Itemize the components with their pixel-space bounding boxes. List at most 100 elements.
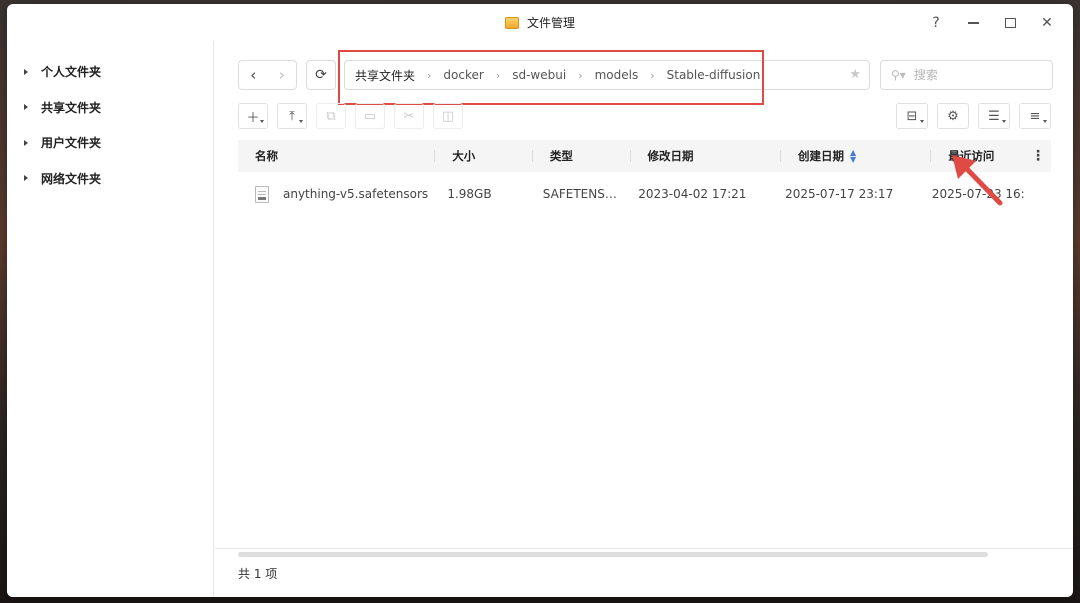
close-button[interactable]: ✕ <box>1037 13 1057 33</box>
search-input[interactable] <box>913 68 1034 82</box>
view-mode-button[interactable]: ☰ <box>978 103 1010 129</box>
copy-icon: ⧉ <box>326 108 336 124</box>
gear-icon: ⚙ <box>947 108 959 124</box>
sidebar-item-network[interactable]: 网络文件夹 <box>7 161 213 197</box>
forward-button[interactable]: › <box>268 61 297 89</box>
dropdown-icon <box>299 120 303 123</box>
star-icon[interactable]: ★ <box>849 67 861 82</box>
title-bar: 文件管理 ? ✕ <box>7 4 1073 41</box>
tools-button[interactable]: ⊟ <box>896 103 928 129</box>
window-controls: ? ✕ <box>926 13 1057 33</box>
sort-icon: ≡ <box>1029 108 1041 124</box>
folder-app-icon <box>504 16 519 29</box>
nav-controls: ‹ › ⟳ <box>238 60 336 90</box>
search-icon: ⚲▾ <box>891 68 906 82</box>
minimize-icon <box>967 22 979 24</box>
file-manager-window: 文件管理 ? ✕ 个人文件夹 共享文件夹 用户文件夹 网络文件夹 ‹ › ⟳ 共… <box>7 4 1073 597</box>
expand-icon[interactable] <box>24 68 28 75</box>
move-icon: ◫ <box>441 108 455 124</box>
annotation-arrow-icon <box>952 155 1003 206</box>
expand-icon[interactable] <box>24 104 28 111</box>
help-button[interactable]: ? <box>926 13 946 33</box>
item-count: 共 1 项 <box>238 566 278 581</box>
table-row[interactable]: anything-v5.safetensors 1.98GB SAFETENSO… <box>238 177 1051 211</box>
cell-modified: 2023-04-02 17:21 <box>638 187 747 201</box>
maximize-icon <box>1004 18 1016 28</box>
cell-created: 2025-07-17 23:17 <box>785 187 894 201</box>
copy-button[interactable]: ⧉ <box>316 103 346 129</box>
breadcrumb[interactable]: 共享文件夹 › docker › sd-webui › models › Sta… <box>344 60 870 90</box>
list-view-icon: ☰ <box>988 108 1000 124</box>
column-created[interactable]: 创建日期 ▲ ▼ <box>781 140 932 172</box>
status-bar: 共 1 项 <box>215 548 1073 597</box>
close-icon: ✕ <box>1041 15 1053 31</box>
breadcrumb-item[interactable]: docker <box>443 68 483 82</box>
sort-arrow-icon: ▲ ▼ <box>849 148 857 164</box>
column-label: 修改日期 <box>647 149 694 163</box>
dropdown-icon <box>1043 120 1047 123</box>
help-icon: ? <box>932 15 940 31</box>
scissors-icon: ✂ <box>403 108 415 124</box>
toolbar: ＋ ⤒ ⧉ ▭ ✂ ◫ <box>238 103 463 129</box>
sidebar-item-label: 个人文件夹 <box>41 65 102 80</box>
column-label: 大小 <box>452 149 476 163</box>
column-label: 创建日期 <box>797 149 844 163</box>
sidebar-item-shared[interactable]: 共享文件夹 <box>7 90 213 126</box>
upload-icon: ⤒ <box>289 108 295 124</box>
app-title: 文件管理 <box>504 14 575 31</box>
column-type[interactable]: 类型 <box>533 140 631 172</box>
expand-icon[interactable] <box>24 175 28 182</box>
breadcrumb-item[interactable]: sd-webui <box>512 68 566 82</box>
breadcrumb-item[interactable]: models <box>595 68 639 82</box>
cell-type: SAFETENSORS <box>542 187 621 201</box>
column-label: 名称 <box>255 149 278 163</box>
history-nav: ‹ › <box>238 60 297 90</box>
chevron-right-icon: › <box>495 68 501 82</box>
column-size[interactable]: 大小 <box>435 140 533 172</box>
breadcrumb-item[interactable]: Stable-diffusion <box>667 68 761 82</box>
expand-icon[interactable] <box>24 139 28 146</box>
toolbox-icon: ⊟ <box>906 108 918 124</box>
paste-button[interactable]: ▭ <box>355 103 385 129</box>
table-header: 名称 大小 类型 修改日期 创建日期 ▲ ▼ 最近访问 ⋮ <box>238 140 1051 172</box>
refresh-button[interactable]: ⟳ <box>306 60 336 90</box>
maximize-button[interactable] <box>1000 13 1020 33</box>
minimize-button[interactable] <box>963 13 983 33</box>
move-button[interactable]: ◫ <box>433 103 463 129</box>
paste-icon: ▭ <box>363 108 377 124</box>
back-button[interactable]: ‹ <box>239 61 268 89</box>
toolbar-right: ⊟ ⚙ ☰ ≡ <box>896 103 1051 129</box>
main-panel: ‹ › ⟳ 共享文件夹 › docker › sd-webui › models… <box>215 41 1073 597</box>
sidebar: 个人文件夹 共享文件夹 用户文件夹 网络文件夹 <box>7 41 214 597</box>
column-name[interactable]: 名称 <box>238 140 436 172</box>
file-icon <box>255 185 269 203</box>
chevron-right-icon: › <box>427 68 432 82</box>
more-options-icon[interactable]: ⋮ <box>1031 148 1045 164</box>
sidebar-item-users[interactable]: 用户文件夹 <box>7 125 213 161</box>
plus-icon: ＋ <box>246 110 260 126</box>
breadcrumb-item[interactable]: 共享文件夹 <box>355 67 415 84</box>
refresh-icon: ⟳ <box>315 67 327 83</box>
chevron-right-icon: › <box>578 68 583 82</box>
file-name: anything-v5.safetensors <box>283 186 429 201</box>
search-box[interactable]: ⚲▾ <box>880 60 1053 90</box>
cell-name: anything-v5.safetensors <box>238 185 430 203</box>
dropdown-icon <box>920 120 924 123</box>
column-label: 类型 <box>549 149 573 163</box>
window-title: 文件管理 <box>526 16 575 30</box>
settings-button[interactable]: ⚙ <box>937 103 969 129</box>
chevron-right-icon: › <box>278 66 285 84</box>
sidebar-item-label: 网络文件夹 <box>41 171 102 186</box>
sidebar-item-label: 共享文件夹 <box>41 100 102 115</box>
sidebar-item-personal[interactable]: 个人文件夹 <box>7 54 213 90</box>
column-modified[interactable]: 修改日期 <box>631 140 782 172</box>
dropdown-icon <box>1002 120 1006 123</box>
cell-size: 1.98GB <box>447 187 492 201</box>
create-button[interactable]: ＋ <box>238 103 268 129</box>
cut-button[interactable]: ✂ <box>394 103 424 129</box>
sort-button[interactable]: ≡ <box>1019 103 1051 129</box>
dropdown-icon <box>260 120 264 123</box>
upload-button[interactable]: ⤒ <box>277 103 307 129</box>
sidebar-item-label: 用户文件夹 <box>41 136 102 151</box>
chevron-right-icon: › <box>650 68 655 82</box>
